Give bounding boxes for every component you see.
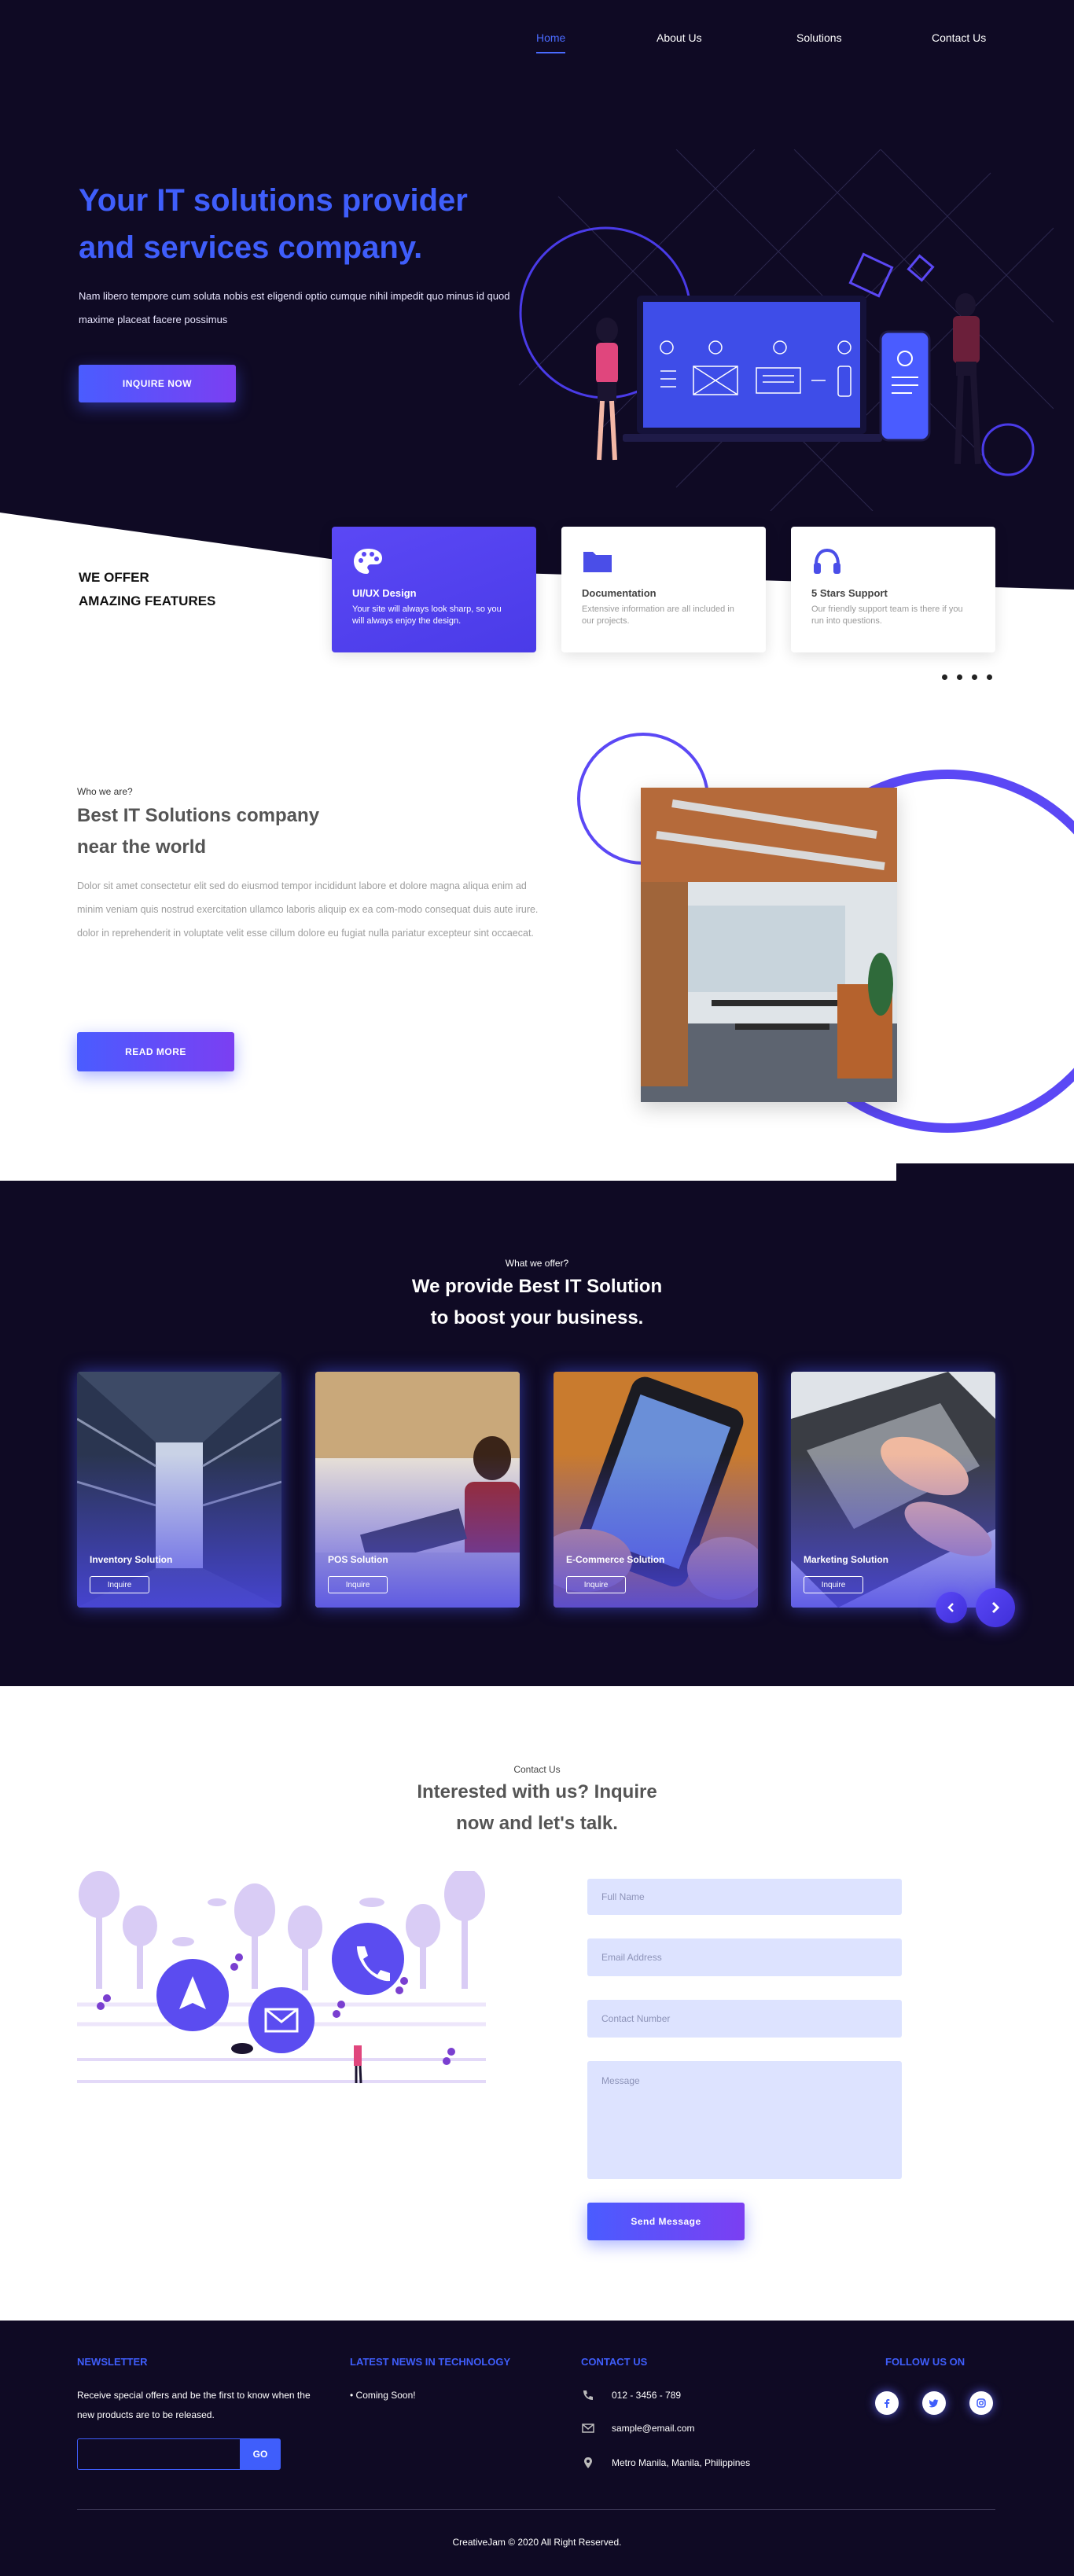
email-field[interactable] <box>587 1938 902 1976</box>
service-name: E-Commerce Solution <box>566 1554 665 1565</box>
contact-title-line2: now and let's talk. <box>456 1813 618 1834</box>
inquire-now-button[interactable]: INQUIRE NOW <box>79 365 236 402</box>
news-heading: LATEST NEWS IN TECHNOLOGY <box>350 2356 511 2368</box>
facebook-icon <box>885 2399 890 2408</box>
feature-title: UI/UX Design <box>352 587 417 599</box>
feature-title: 5 Stars Support <box>811 587 888 599</box>
service-inquire-button[interactable]: Inquire <box>804 1576 863 1593</box>
service-inquire-button[interactable]: Inquire <box>90 1576 149 1593</box>
location-pin-icon <box>584 2457 592 2468</box>
contact-email[interactable]: sample@email.com <box>612 2419 695 2438</box>
nav-about-us[interactable]: About Us <box>657 31 702 44</box>
services-title: We provide Best IT Solution to boost you… <box>0 1271 1074 1334</box>
feature-card-uiux[interactable]: UI/UX Design Your site will always look … <box>332 527 536 652</box>
newsletter-heading: NEWSLETTER <box>77 2356 148 2368</box>
facebook-link[interactable] <box>875 2391 899 2415</box>
carousel-dots <box>942 674 992 680</box>
hero-section: Home About Us Solutions Contact Us Your … <box>0 0 1074 707</box>
service-inquire-button[interactable]: Inquire <box>328 1576 388 1593</box>
feature-title: Documentation <box>582 587 657 599</box>
mail-icon <box>582 2423 594 2433</box>
service-card-marketing[interactable]: Marketing Solution Inquire <box>791 1372 995 1608</box>
chevron-right-icon <box>991 1601 1000 1614</box>
contact-address: Metro Manila, Manila, Philippines <box>612 2457 751 2468</box>
contact-number-field[interactable] <box>587 2000 902 2038</box>
service-name: Marketing Solution <box>804 1554 888 1565</box>
service-name: Inventory Solution <box>90 1554 173 1565</box>
services-title-line2: to boost your business. <box>430 1307 644 1328</box>
newsletter-text: Receive special offers and be the first … <box>77 2390 311 2420</box>
feature-card-support[interactable]: 5 Stars Support Our friendly support tea… <box>791 527 995 652</box>
twitter-link[interactable] <box>922 2391 946 2415</box>
contact-phone: 012 - 3456 - 789 <box>612 2390 682 2401</box>
read-more-button[interactable]: READ MORE <box>77 1032 234 1071</box>
folder-icon <box>583 552 612 572</box>
feature-desc: Your site will always look sharp, so you… <box>352 604 502 626</box>
news-item[interactable]: • Coming Soon! <box>350 2386 416 2405</box>
services-small-label: What we offer? <box>505 1258 569 1269</box>
service-card-inventory[interactable]: Inventory Solution Inquire <box>77 1372 281 1608</box>
twitter-icon <box>929 2399 939 2408</box>
copyright: CreativeJam © 2020 All Right Reserved. <box>452 2537 622 2548</box>
headphones-icon <box>814 548 840 574</box>
features-heading-line1: WE OFFER <box>79 570 149 585</box>
service-name: POS Solution <box>328 1554 388 1565</box>
nav-home[interactable]: Home <box>536 31 566 53</box>
contact-heading: CONTACT US <box>581 2356 648 2368</box>
carousel-prev-button[interactable] <box>936 1592 967 1623</box>
service-inquire-button[interactable]: Inquire <box>566 1576 626 1593</box>
about-text: Dolor sit amet consectetur elit sed do e… <box>77 880 539 939</box>
carousel-next-button[interactable] <box>976 1588 1015 1627</box>
services-title-line1: We provide Best IT Solution <box>411 1276 663 1297</box>
nav-contact-us[interactable]: Contact Us <box>932 31 986 44</box>
service-card-ecommerce[interactable]: E-Commerce Solution Inquire <box>554 1372 758 1608</box>
main-nav: Home About Us Solutions Contact Us <box>0 31 1074 63</box>
feature-card-documentation[interactable]: Documentation Extensive information are … <box>561 527 766 652</box>
service-card-pos[interactable]: POS Solution Inquire <box>315 1372 520 1608</box>
footer-divider <box>77 2509 995 2510</box>
contact-illustration <box>77 1871 486 2084</box>
newsletter-go-button[interactable]: GO <box>240 2438 281 2470</box>
office-photo <box>641 788 897 1102</box>
instagram-icon <box>977 2398 986 2408</box>
nav-solutions[interactable]: Solutions <box>796 31 842 44</box>
feature-desc: Our friendly support team is there if yo… <box>811 604 963 626</box>
contact-title-line1: Interested with us? Inquire <box>417 1781 657 1802</box>
carousel-dot[interactable] <box>957 674 962 680</box>
contact-title: Interested with us? Inquire now and let'… <box>0 1777 1074 1839</box>
full-name-field[interactable] <box>587 1879 902 1915</box>
carousel-dot[interactable] <box>942 674 947 680</box>
carousel-dot[interactable] <box>972 674 977 680</box>
about-title-line2: near the world <box>77 836 207 858</box>
send-message-button[interactable]: Send Message <box>587 2203 745 2240</box>
palette-icon <box>354 549 382 574</box>
features-heading: WE OFFER AMAZING FEATURES <box>79 566 215 613</box>
message-field[interactable] <box>587 2061 902 2179</box>
contact-small-label: Contact Us <box>513 1764 561 1775</box>
hero-illustration <box>518 149 1054 511</box>
features-heading-line2: AMAZING FEATURES <box>79 593 216 608</box>
about-small-label: Who we are? <box>77 786 133 797</box>
phone-icon <box>583 2390 593 2400</box>
carousel-dot[interactable] <box>987 674 992 680</box>
follow-heading: FOLLOW US ON <box>885 2356 965 2368</box>
instagram-link[interactable] <box>969 2391 993 2415</box>
about-title-line1: Best IT Solutions company <box>77 805 320 826</box>
newsletter-email-input[interactable] <box>77 2438 242 2470</box>
chevron-left-icon <box>947 1603 954 1612</box>
about-title: Best IT Solutions company near the world <box>77 800 407 863</box>
feature-desc: Extensive information are all included i… <box>582 604 734 626</box>
